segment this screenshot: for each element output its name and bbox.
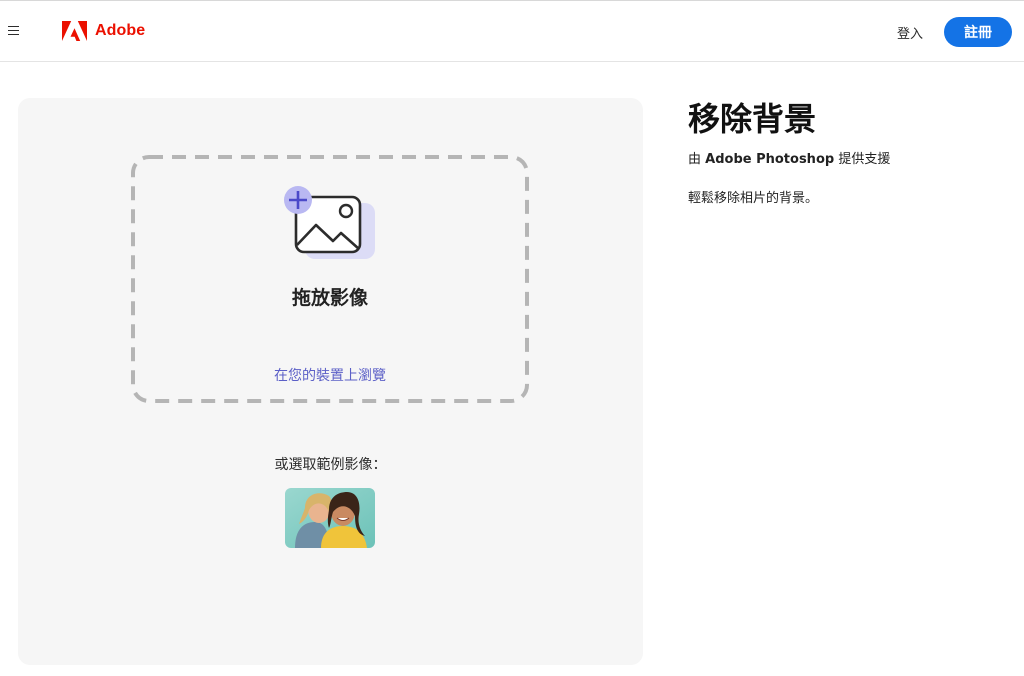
sign-up-button[interactable]: 註冊 bbox=[944, 17, 1012, 47]
sign-in-link[interactable]: 登入 bbox=[897, 23, 923, 42]
sample-image-thumbnail[interactable] bbox=[285, 488, 375, 548]
add-image-icon bbox=[284, 186, 375, 259]
drop-image-title: 拖放影像 bbox=[291, 287, 368, 309]
sample-photo-two-women bbox=[285, 488, 375, 548]
powered-prefix: 由 bbox=[688, 152, 706, 167]
browse-device-link[interactable]: 在您的裝置上瀏覽 bbox=[131, 365, 529, 385]
tool-description: 輕鬆移除相片的背景。 bbox=[688, 191, 819, 206]
sample-images-label: 或選取範例影像： bbox=[274, 457, 387, 473]
top-navigation-bar: Adobe 登入 註冊 bbox=[0, 0, 1024, 62]
image-dropzone[interactable]: 拖放影像 在您的裝置上瀏覽 bbox=[131, 155, 529, 403]
upload-panel: 拖放影像 在您的裝置上瀏覽 或選取範例影像： bbox=[18, 98, 643, 665]
powered-brand: Adobe Photoshop bbox=[705, 152, 835, 167]
adobe-logo-icon bbox=[62, 21, 87, 41]
tool-info: 移除背景 由 Adobe Photoshop 提供支援 輕鬆移除相片的背景。 bbox=[688, 98, 1008, 206]
brand-name: Adobe bbox=[95, 22, 146, 39]
page-title: 移除背景 bbox=[688, 100, 817, 138]
adobe-logo-link[interactable]: Adobe bbox=[62, 21, 145, 41]
powered-by-text: 由 Adobe Photoshop 提供支援 bbox=[688, 148, 1008, 167]
powered-suffix: 提供支援 bbox=[834, 152, 891, 167]
hamburger-menu-icon[interactable] bbox=[8, 23, 26, 43]
